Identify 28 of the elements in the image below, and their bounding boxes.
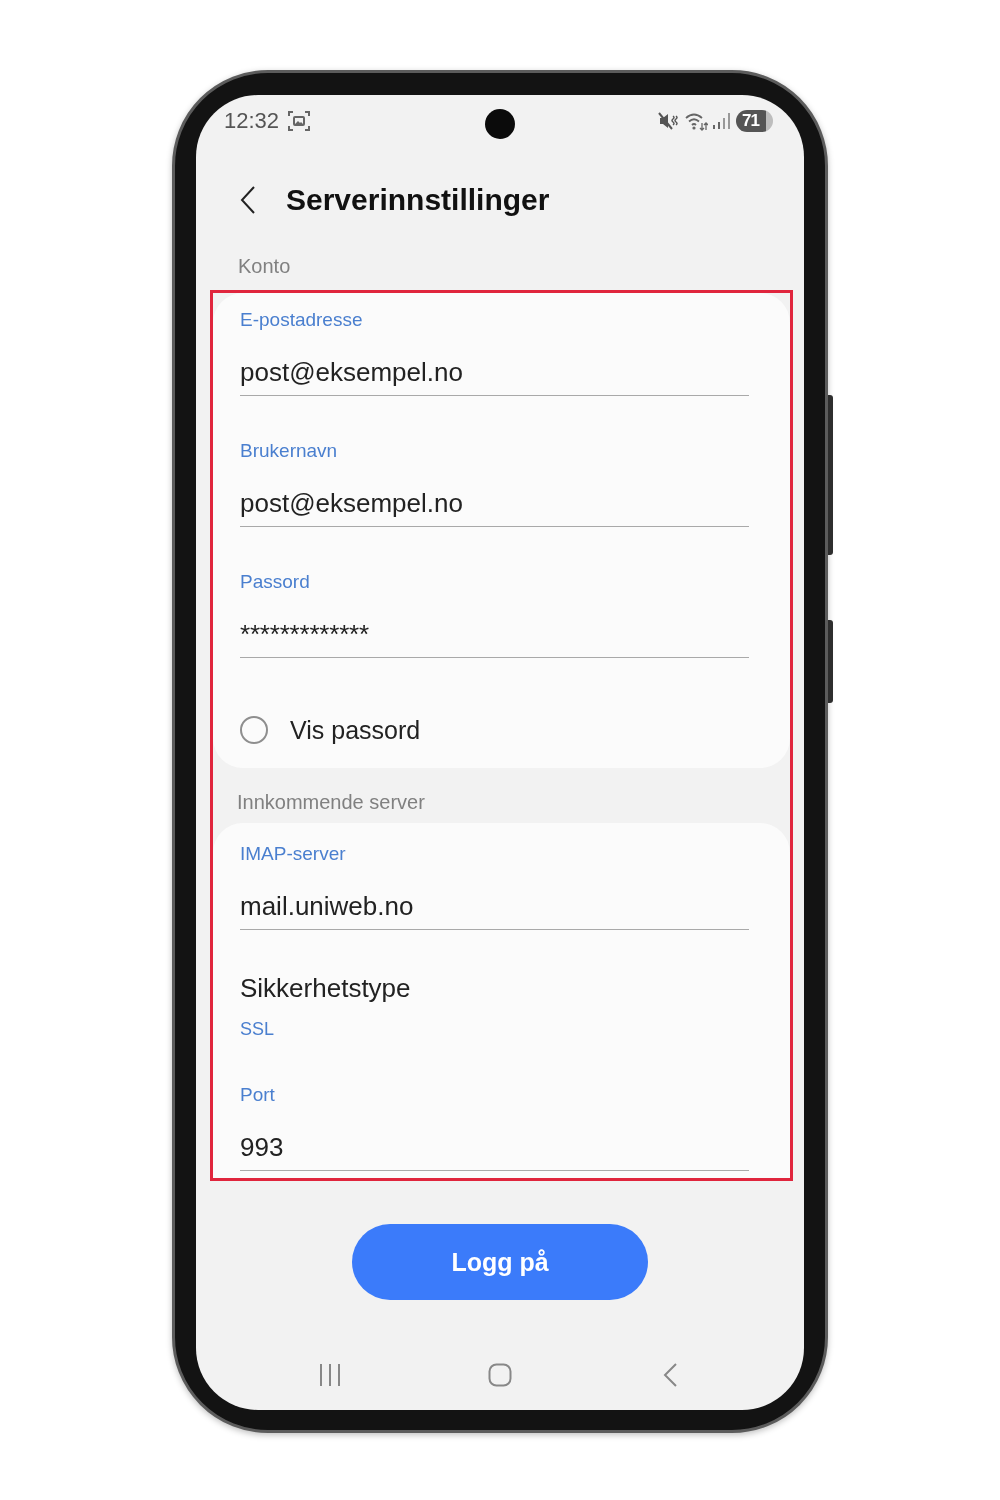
page-title: Serverinnstillinger [286, 182, 550, 218]
front-camera [485, 109, 515, 139]
recent-apps-icon[interactable] [319, 1363, 341, 1387]
back-icon[interactable] [240, 186, 256, 214]
section-heading: Innkommende server [237, 790, 425, 815]
status-time: 12:32 [224, 109, 280, 133]
text-field[interactable]: mail.uniweb.no [240, 889, 749, 930]
text-field[interactable]: post@eksempel.no [240, 355, 749, 396]
text-field[interactable]: post@eksempel.no [240, 486, 749, 527]
screenshot-icon [288, 110, 311, 132]
field-label: Brukernavn [240, 440, 338, 462]
text-field[interactable]: 993 [240, 1130, 749, 1171]
field-label: E-postadresse [240, 309, 363, 331]
section-heading: Konto [238, 254, 291, 279]
wifi-icon [685, 111, 708, 131]
field-label: Passord [240, 571, 310, 593]
checkbox-label[interactable]: Vis passord [290, 713, 421, 747]
mute-icon [658, 111, 678, 131]
battery-indicator: 71 [736, 110, 773, 132]
field-label: Port [240, 1084, 275, 1106]
home-icon[interactable] [488, 1363, 512, 1387]
signal-icon [712, 112, 730, 130]
password-field[interactable]: ************* [240, 617, 749, 658]
login-button[interactable]: Logg på [352, 1224, 648, 1300]
setting-value: SSL [240, 1018, 275, 1040]
field-label: IMAP-server [240, 843, 346, 865]
setting-title[interactable]: Sikkerhetstype [240, 974, 411, 1002]
checkbox[interactable] [240, 716, 268, 744]
